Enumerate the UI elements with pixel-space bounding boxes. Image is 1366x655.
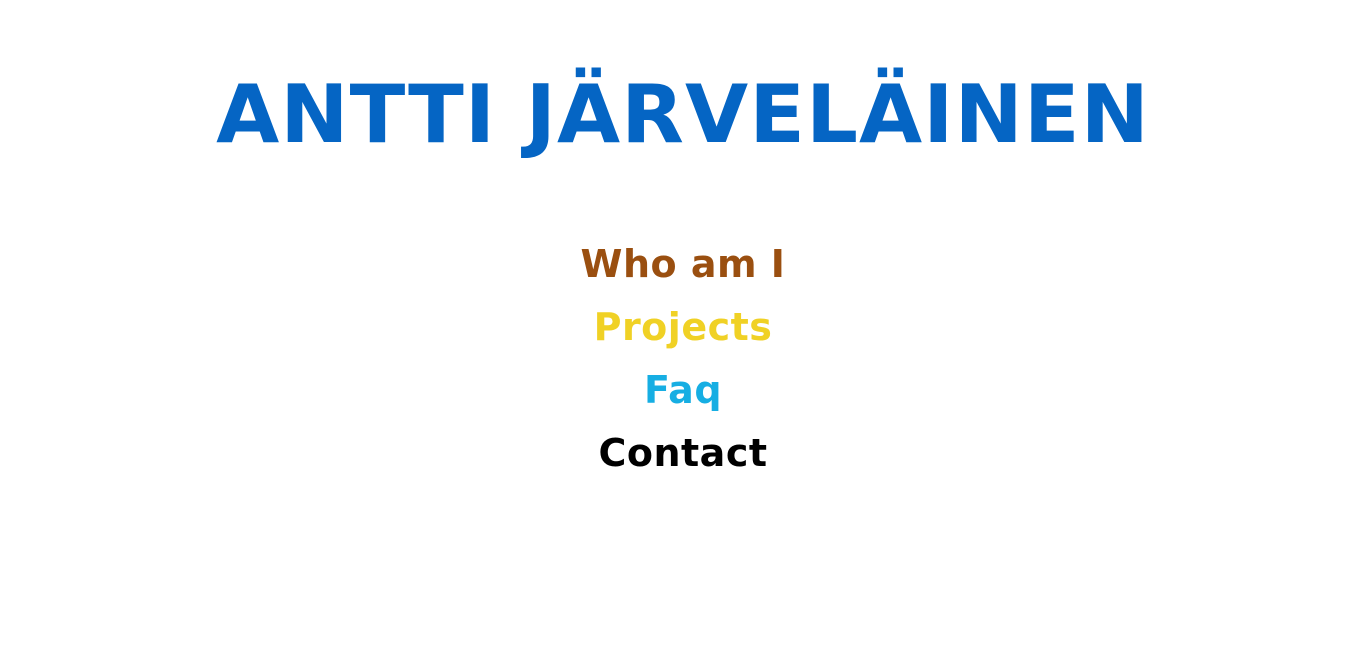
nav-link-projects[interactable]: Projects [594,299,773,362]
nav-link-faq[interactable]: Faq [644,362,722,425]
nav-link-who-am-i[interactable]: Who am I [581,236,786,299]
site-title: ANTTI JÄRVELÄINEN [216,68,1150,161]
main-navigation: Who am I Projects Faq Contact [0,236,1366,488]
nav-link-contact[interactable]: Contact [598,425,767,488]
page: ANTTI JÄRVELÄINEN Who am I Projects Faq … [0,0,1366,655]
